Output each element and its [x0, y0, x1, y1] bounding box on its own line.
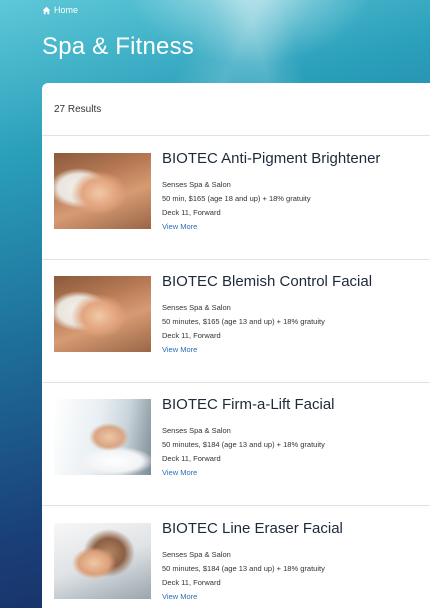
- view-more-link[interactable]: View More: [162, 592, 197, 601]
- item-details: 50 min, $165 (age 18 and up) + 18% gratu…: [162, 194, 311, 203]
- item-venue: Senses Spa & Salon: [162, 550, 231, 559]
- item-details: 50 minutes, $184 (age 13 and up) + 18% g…: [162, 440, 325, 449]
- item-title[interactable]: BIOTEC Line Eraser Facial: [162, 520, 343, 537]
- results-panel: 27 Results BIOTEC Anti-Pigment Brightene…: [42, 83, 430, 608]
- view-more-link[interactable]: View More: [162, 345, 197, 354]
- list-item[interactable]: BIOTEC Anti-Pigment Brightener Senses Sp…: [42, 150, 430, 263]
- results-count: 27 Results: [54, 104, 102, 115]
- list-item[interactable]: BIOTEC Blemish Control Facial Senses Spa…: [42, 273, 430, 386]
- item-location: Deck 11, Forward: [162, 331, 221, 340]
- item-details: 50 minutes, $165 (age 13 and up) + 18% g…: [162, 317, 325, 326]
- divider: [42, 382, 430, 383]
- item-location: Deck 11, Forward: [162, 208, 221, 217]
- treatment-thumbnail[interactable]: [54, 276, 151, 352]
- list-item[interactable]: BIOTEC Line Eraser Facial Senses Spa & S…: [42, 520, 430, 608]
- view-more-link[interactable]: View More: [162, 222, 197, 231]
- treatment-thumbnail[interactable]: [54, 153, 151, 229]
- item-title[interactable]: BIOTEC Anti-Pigment Brightener: [162, 150, 380, 167]
- item-location: Deck 11, Forward: [162, 578, 221, 587]
- divider: [42, 135, 430, 136]
- breadcrumb[interactable]: Home: [42, 5, 78, 15]
- treatment-thumbnail[interactable]: [54, 399, 151, 475]
- item-location: Deck 11, Forward: [162, 454, 221, 463]
- item-title[interactable]: BIOTEC Firm-a-Lift Facial: [162, 396, 335, 413]
- item-venue: Senses Spa & Salon: [162, 303, 231, 312]
- item-venue: Senses Spa & Salon: [162, 426, 231, 435]
- item-title[interactable]: BIOTEC Blemish Control Facial: [162, 273, 372, 290]
- view-more-link[interactable]: View More: [162, 468, 197, 477]
- treatment-thumbnail[interactable]: [54, 523, 151, 599]
- page-title: Spa & Fitness: [42, 33, 195, 60]
- item-details: 50 minutes, $184 (age 13 and up) + 18% g…: [162, 564, 325, 573]
- divider: [42, 259, 430, 260]
- home-icon: [42, 6, 51, 14]
- divider: [42, 505, 430, 506]
- breadcrumb-home-link[interactable]: Home: [54, 5, 78, 15]
- list-item[interactable]: BIOTEC Firm-a-Lift Facial Senses Spa & S…: [42, 396, 430, 509]
- item-venue: Senses Spa & Salon: [162, 180, 231, 189]
